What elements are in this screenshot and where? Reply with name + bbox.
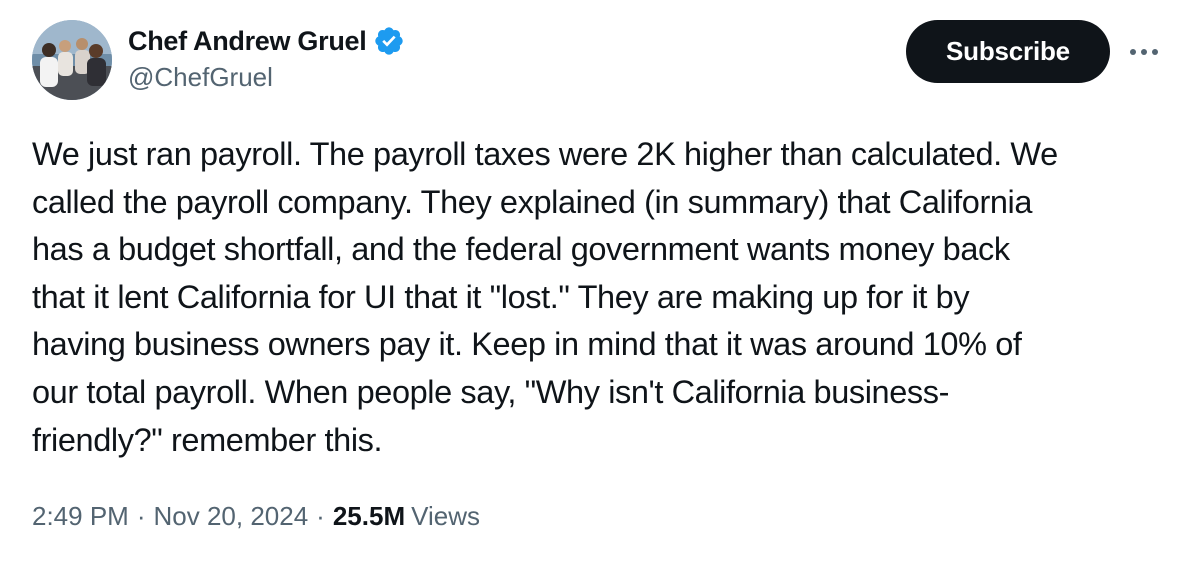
tweet-text: We just ran payroll. The payroll taxes w… xyxy=(32,131,1162,464)
views-count[interactable]: 25.5M xyxy=(333,501,405,532)
meta-separator: · xyxy=(136,500,146,531)
avatar[interactable] xyxy=(32,20,112,100)
meta-separator: · xyxy=(316,500,325,531)
author-name-row: Chef Andrew Gruel xyxy=(128,22,405,60)
verified-badge-icon[interactable] xyxy=(373,25,405,57)
subscribe-button[interactable]: Subscribe xyxy=(906,20,1110,83)
more-options-icon[interactable] xyxy=(1124,32,1164,72)
tweet-text-line: having business owners pay it. Keep in m… xyxy=(32,326,1022,363)
views-label[interactable]: Views xyxy=(411,501,480,532)
tweet-text-line: that it lent California for UI that it "… xyxy=(32,278,970,315)
tweet-text-line: has a budget shortfall, and the federal … xyxy=(32,231,1010,268)
tweet-meta: 2:49 PM · Nov 20, 2024 · 25.5M Views xyxy=(32,496,480,536)
tweet-time[interactable]: 2:49 PM xyxy=(32,501,129,532)
tweet-date[interactable]: Nov 20, 2024 xyxy=(154,501,309,532)
author-handle[interactable]: @ChefGruel xyxy=(128,62,273,93)
tweet-text-line: We just ran payroll. The payroll taxes w… xyxy=(32,136,1058,172)
tweet-text-line: our total payroll. When people say, "Why… xyxy=(32,373,950,410)
tweet-text-line: called the payroll company. They explain… xyxy=(32,183,1033,220)
author-name[interactable]: Chef Andrew Gruel xyxy=(128,26,367,57)
tweet-card: Chef Andrew Gruel @ChefGruel Subscribe W… xyxy=(0,0,1192,568)
tweet-text-line: friendly?" remember this. xyxy=(32,421,383,458)
